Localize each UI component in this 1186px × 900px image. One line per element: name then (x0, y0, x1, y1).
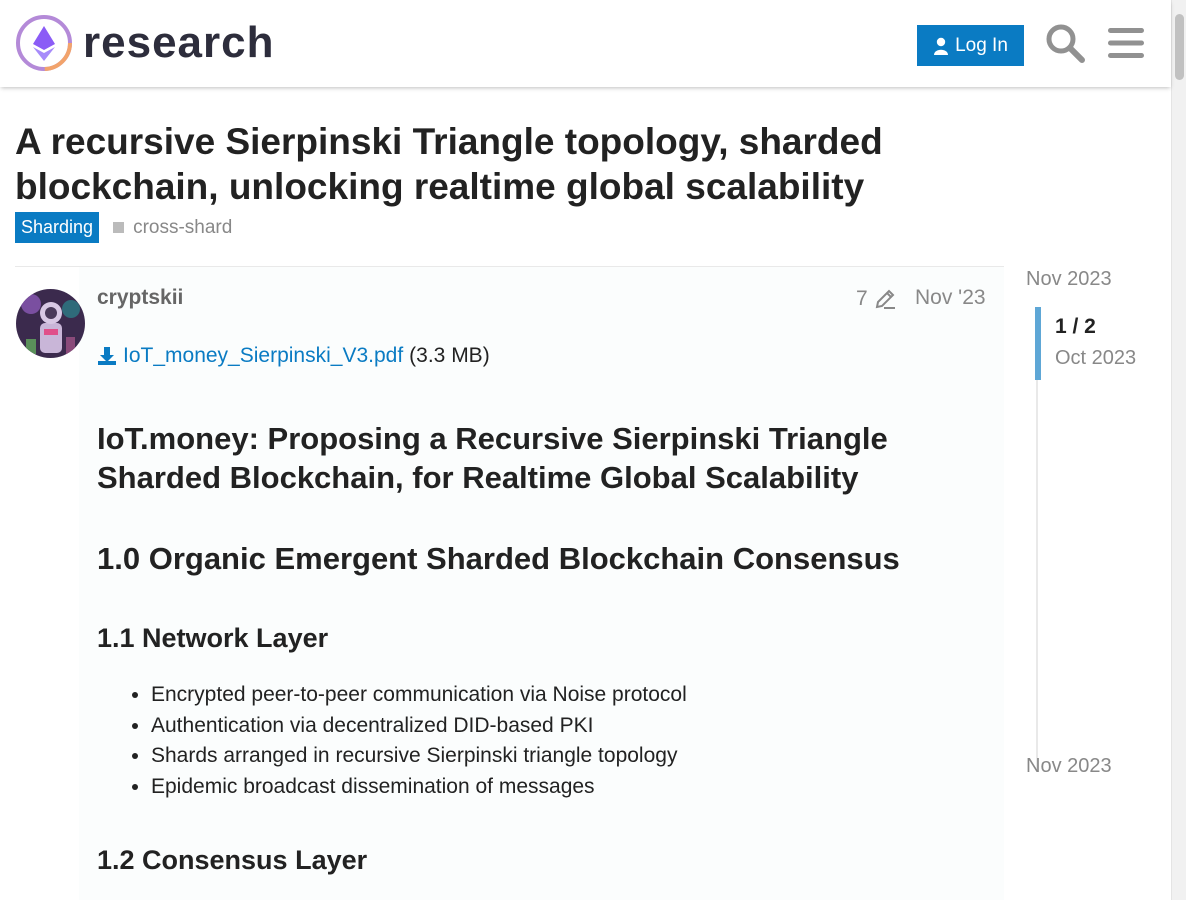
site-logo[interactable]: research (15, 14, 274, 72)
category-badge[interactable]: Sharding (15, 212, 100, 243)
hamburger-menu-icon (1108, 28, 1144, 58)
post-edit-history[interactable]: 7 (856, 287, 896, 311)
tag-cross-shard[interactable]: cross-shard (113, 217, 232, 239)
scrollbar-thumb[interactable] (1175, 14, 1184, 80)
avatar-image (16, 289, 85, 358)
menu-button[interactable] (1104, 21, 1148, 65)
download-icon (98, 347, 116, 365)
timeline-current-date: Oct 2023 (1055, 347, 1137, 369)
list-item: Authentication via decentralized DID-bas… (151, 713, 687, 744)
avatar[interactable] (16, 289, 85, 358)
topic-title[interactable]: A recursive Sierpinski Triangle topology… (15, 119, 975, 209)
timeline-counter: 1 / 2 (1055, 315, 1096, 338)
tag-label: cross-shard (133, 216, 233, 238)
list-item: Epidemic broadcast dissemination of mess… (151, 774, 687, 805)
attachment-link[interactable]: IoT_money_Sierpinski_V3.pdf (123, 344, 403, 368)
list-item: Shards arranged in recursive Sierpinski … (151, 743, 687, 774)
post-heading-section: 1.0 Organic Emergent Sharded Blockchain … (97, 541, 900, 576)
tag-square-icon (113, 222, 125, 233)
search-button[interactable] (1043, 21, 1087, 65)
timeline-start-date[interactable]: Nov 2023 (1026, 268, 1112, 291)
page-scrollbar[interactable] (1171, 0, 1186, 900)
network-list: Encrypted peer-to-peer communication via… (151, 682, 687, 804)
logo-icon (16, 15, 72, 71)
post-heading-main: IoT.money: Proposing a Recursive Sierpin… (97, 421, 888, 495)
list-item: Encrypted peer-to-peer communication via… (151, 682, 687, 713)
topic-tags: Sharding cross-shard (15, 212, 232, 243)
post-username[interactable]: cryptskii (97, 286, 183, 310)
post-heading-network: 1.1 Network Layer (97, 623, 329, 653)
timeline-end-date[interactable]: Nov 2023 (1026, 755, 1112, 778)
post-heading-consensus: 1.2 Consensus Layer (97, 845, 368, 875)
post-date[interactable]: Nov '23 (915, 286, 986, 310)
edit-count: 7 (856, 287, 868, 310)
site-name: research (83, 18, 275, 67)
site-header: research Log In (0, 0, 1171, 87)
attachment-size: (3.3 MB) (409, 344, 490, 367)
pencil-icon (875, 289, 895, 309)
timeline-handle[interactable] (1035, 307, 1041, 380)
user-icon (934, 37, 949, 55)
attachment: IoT_money_Sierpinski_V3.pdf (3.3 MB) (97, 344, 490, 368)
login-label: Log In (955, 34, 1008, 56)
login-button[interactable]: Log In (917, 25, 1024, 66)
search-icon (1046, 24, 1085, 63)
